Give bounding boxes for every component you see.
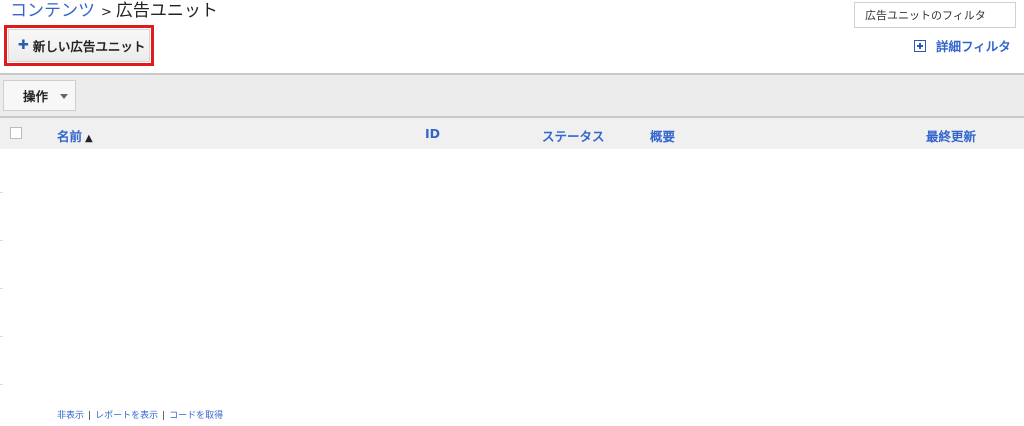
hide-link[interactable]: 非表示 bbox=[57, 411, 84, 421]
plus-box-icon bbox=[914, 39, 926, 52]
column-header-status[interactable]: ステータス bbox=[542, 126, 605, 145]
row-divider bbox=[0, 240, 3, 241]
new-ad-unit-label: 新しい広告ユニット bbox=[32, 39, 146, 54]
actions-dropdown-button[interactable]: 操作 bbox=[3, 80, 76, 111]
new-ad-unit-button[interactable]: ✚ 新しい広告ユニット bbox=[8, 29, 150, 62]
breadcrumb: コンテンツ > 広告ユニット bbox=[10, 0, 218, 24]
table-header: 名前 ▲ ID ステータス 概要 最終更新 bbox=[0, 118, 1024, 149]
column-header-id[interactable]: ID bbox=[425, 126, 440, 141]
column-header-name-label: 名前 bbox=[57, 129, 83, 144]
actions-label: 操作 bbox=[23, 89, 49, 104]
get-code-link[interactable]: コードを取得 bbox=[169, 411, 223, 421]
footer-links: 非表示 | レポートを表示 | コードを取得 bbox=[57, 408, 223, 421]
breadcrumb-link-contents[interactable]: コンテンツ bbox=[10, 1, 95, 21]
column-header-overview[interactable]: 概要 bbox=[650, 126, 675, 145]
select-all-checkbox[interactable] bbox=[10, 127, 22, 139]
ad-unit-filter-input[interactable] bbox=[854, 2, 1016, 28]
row-divider bbox=[0, 288, 3, 289]
breadcrumb-current-page: 広告ユニット bbox=[115, 1, 218, 21]
show-report-link[interactable]: レポートを表示 bbox=[95, 411, 158, 421]
row-divider bbox=[0, 384, 3, 385]
advanced-filter-label: 詳細フィルタ bbox=[936, 39, 1011, 54]
advanced-filter-link[interactable]: 詳細フィルタ bbox=[914, 36, 1011, 55]
row-divider bbox=[0, 336, 3, 337]
footer-separator: | bbox=[162, 411, 166, 421]
arrow-up-icon: ▲ bbox=[85, 133, 93, 144]
row-divider bbox=[0, 192, 3, 193]
plus-icon: ✚ bbox=[18, 38, 29, 53]
column-header-name[interactable]: 名前 ▲ bbox=[57, 126, 93, 145]
column-header-last-updated[interactable]: 最終更新 bbox=[926, 126, 976, 145]
breadcrumb-separator: > bbox=[101, 5, 112, 20]
footer-separator: | bbox=[88, 411, 92, 421]
caret-down-icon bbox=[60, 94, 68, 99]
toolbar: 操作 bbox=[0, 73, 1024, 118]
